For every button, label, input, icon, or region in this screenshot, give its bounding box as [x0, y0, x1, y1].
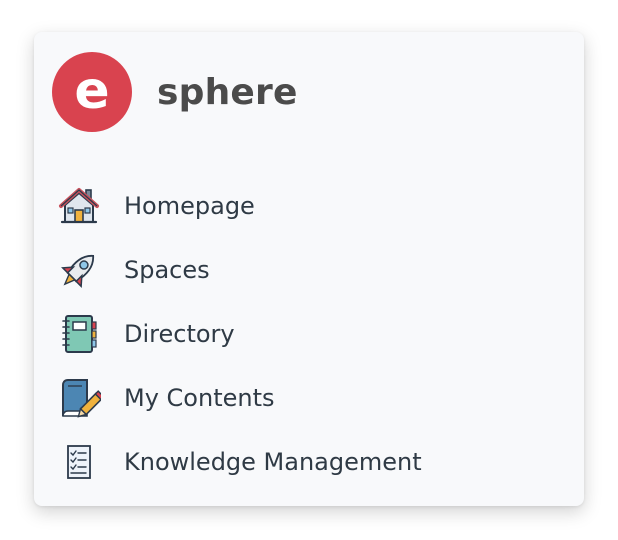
rocket-icon [56, 247, 102, 293]
menu-item-label: Homepage [124, 192, 255, 220]
brand-header[interactable]: e sphere [52, 52, 298, 132]
checklist-icon [56, 439, 102, 485]
book-pencil-icon [56, 375, 102, 421]
menu-item-spaces[interactable]: Spaces [56, 238, 422, 302]
notebook-icon [56, 311, 102, 357]
logo-e-glyph: e [74, 61, 109, 121]
menu-item-my-contents[interactable]: My Contents [56, 366, 422, 430]
house-icon [56, 183, 102, 229]
sidebar-menu: Homepage Spaces Directory My Contents Kn… [56, 174, 422, 494]
svg-text:e: e [74, 61, 109, 121]
brand-name: sphere [157, 71, 298, 113]
menu-item-label: Spaces [124, 256, 210, 284]
menu-item-label: Directory [124, 320, 235, 348]
menu-item-label: My Contents [124, 384, 275, 412]
navigation-card: e sphere Homepage Spaces Directory My Co… [34, 32, 584, 506]
logo-icon: e [52, 52, 132, 132]
menu-item-label: Knowledge Management [124, 448, 422, 476]
menu-item-homepage[interactable]: Homepage [56, 174, 422, 238]
menu-item-knowledge-management[interactable]: Knowledge Management [56, 430, 422, 494]
menu-item-directory[interactable]: Directory [56, 302, 422, 366]
